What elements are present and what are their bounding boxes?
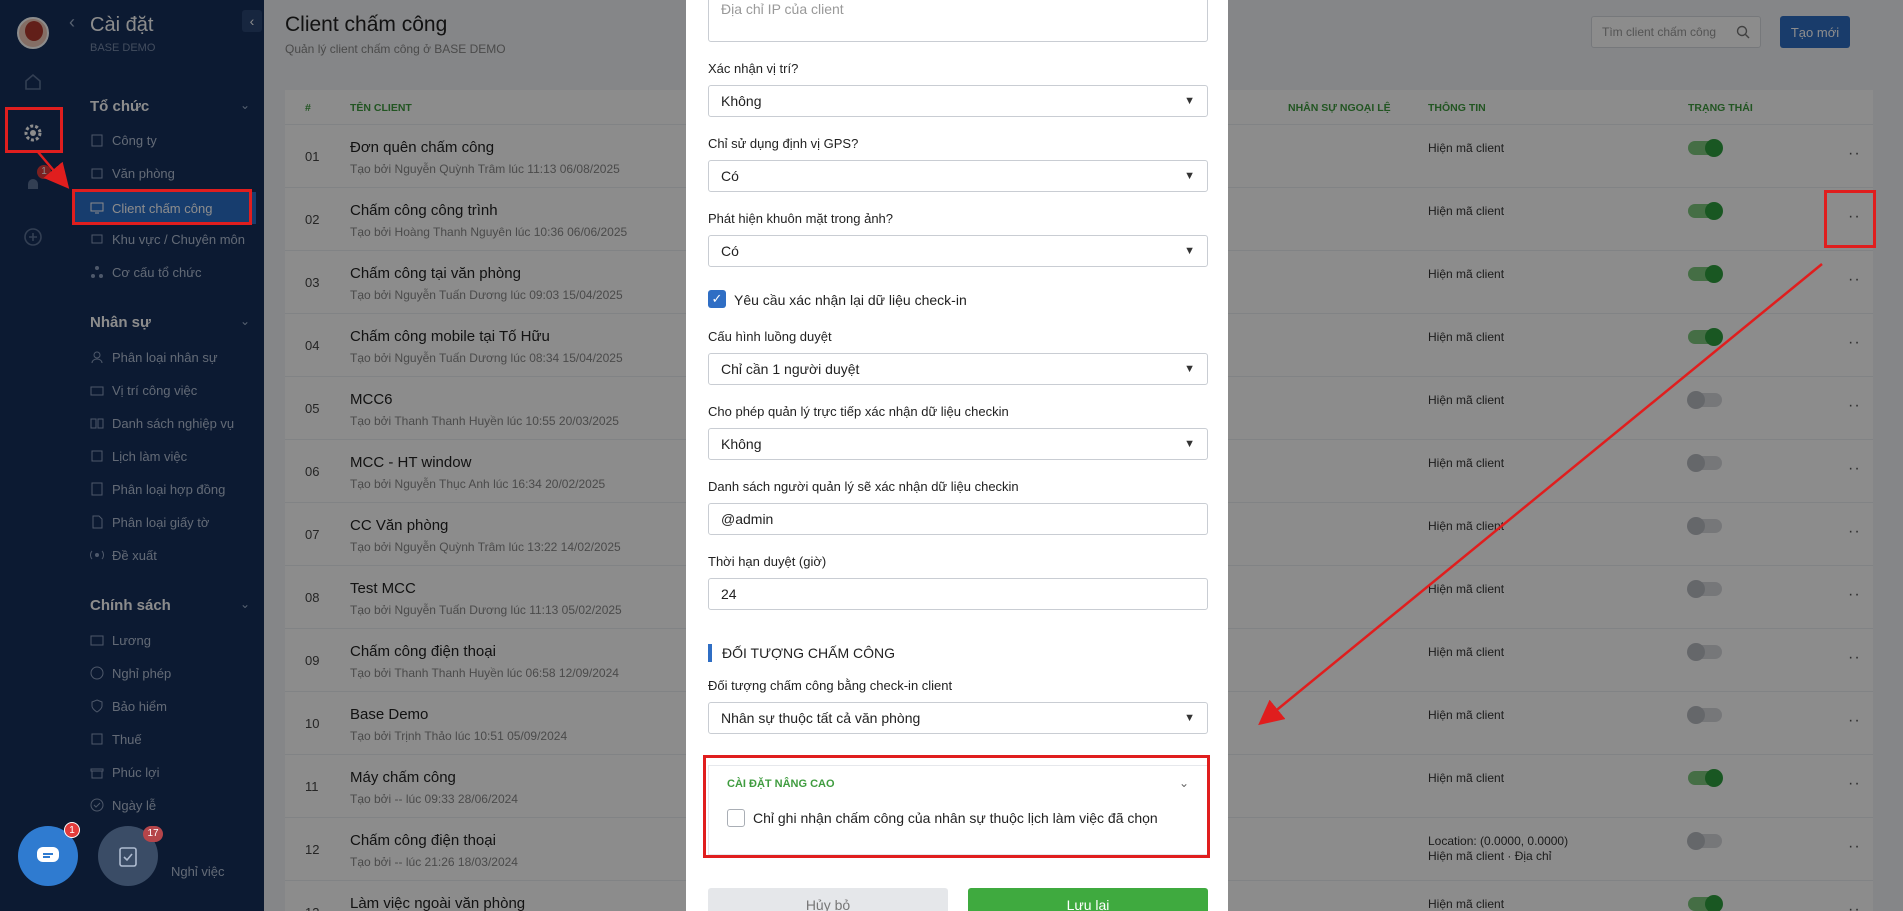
annotation-arrows	[37, 151, 1823, 726]
